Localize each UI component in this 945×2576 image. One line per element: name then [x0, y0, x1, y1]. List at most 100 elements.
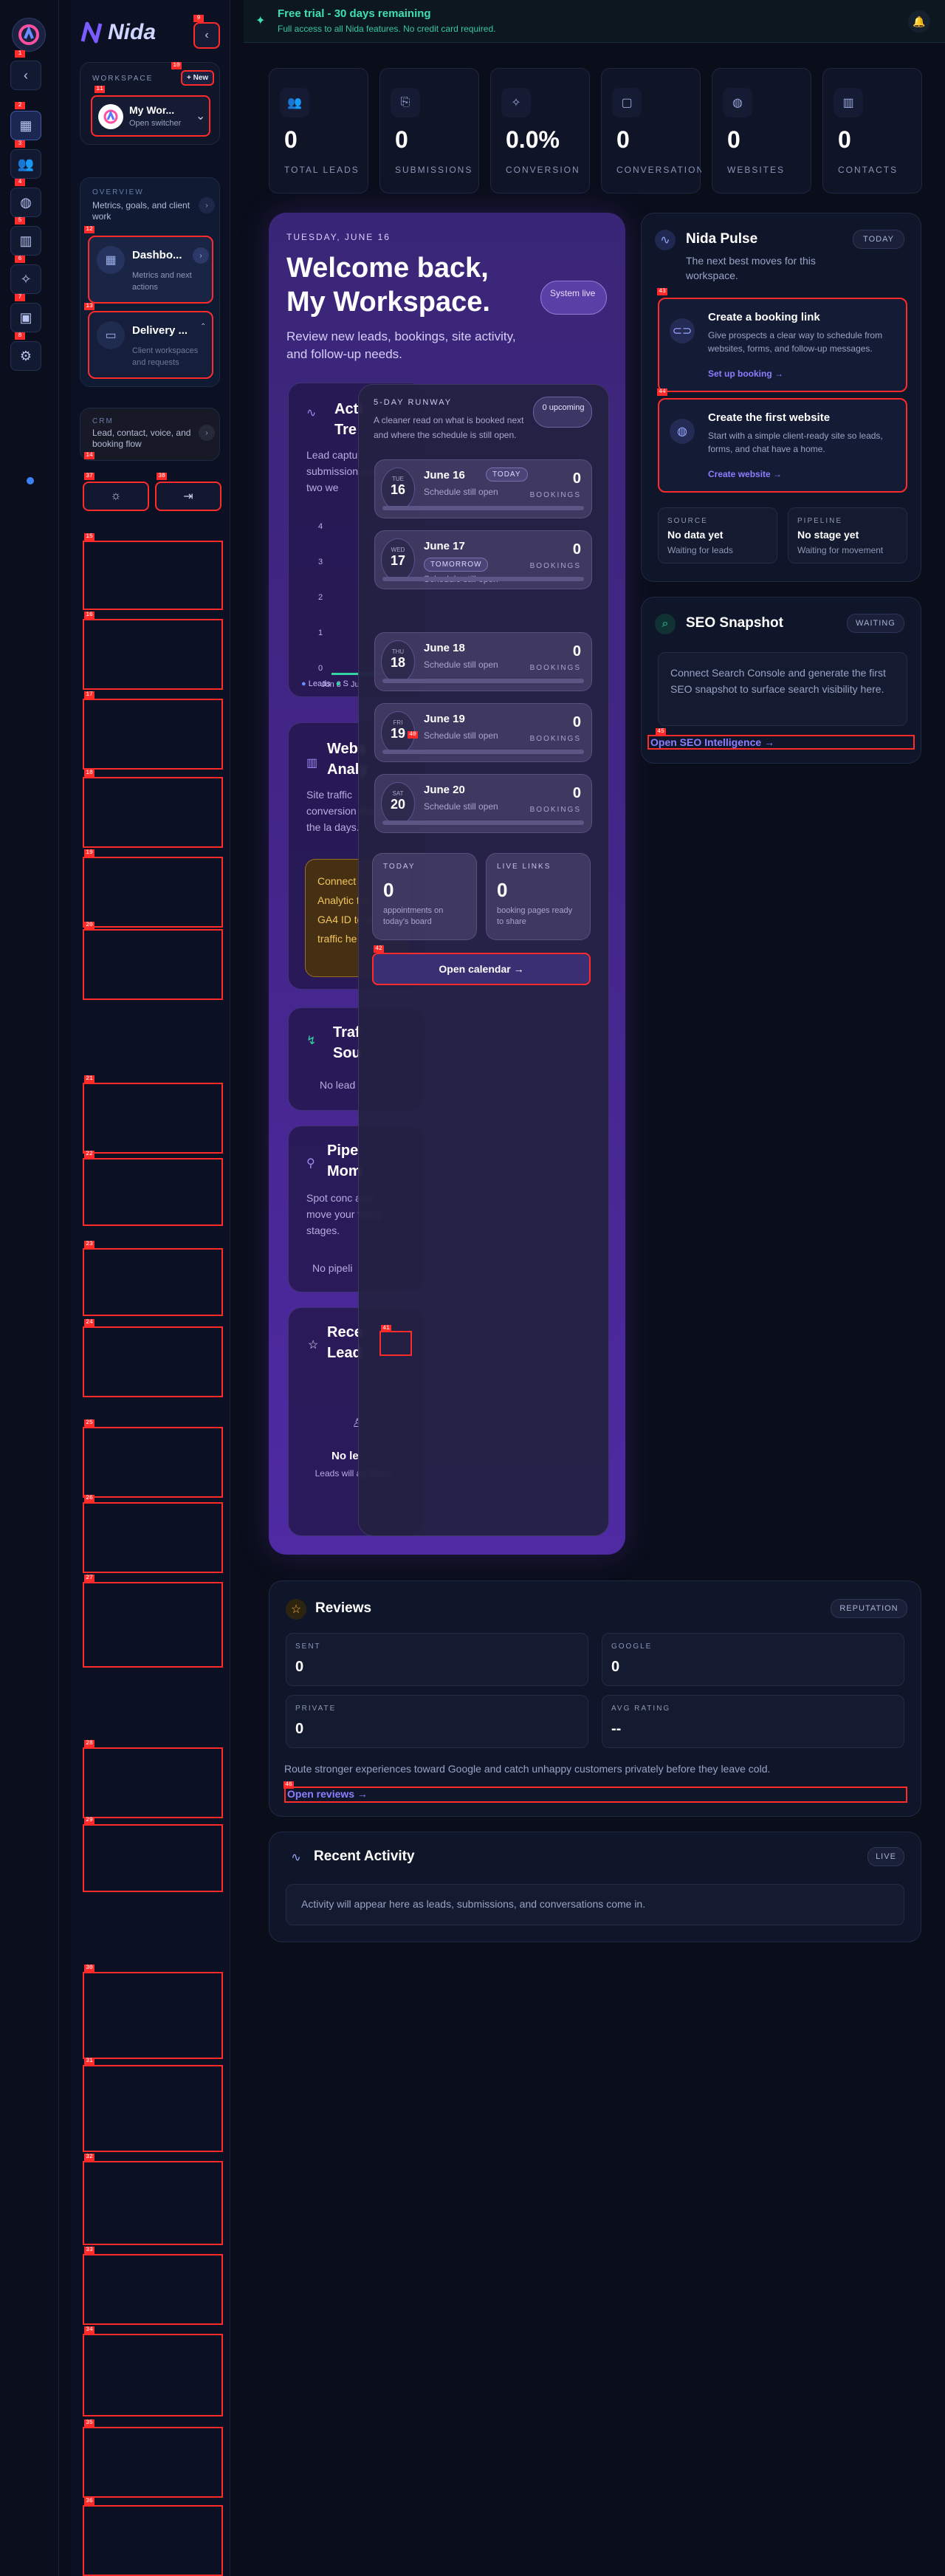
runway-day[interactable]: SAT 20 June 20 Schedule still open 0 BOOKINGS: [374, 774, 592, 833]
globe-icon[interactable]: ◍: [10, 188, 41, 217]
logout-button[interactable]: ⇥: [155, 482, 221, 511]
theme-toggle-button[interactable]: ☼: [83, 482, 149, 511]
annotation-tag: 13: [84, 303, 94, 310]
chevron-down-icon: ⌄: [196, 110, 206, 123]
set-up-booking-link[interactable]: Set up booking →: [708, 369, 783, 379]
collapse-chevron-icon[interactable]: ‹: [10, 61, 41, 90]
nav-item-dashboard[interactable]: ▦ Dashbo... Metrics and next actions ›: [88, 236, 213, 304]
annotation-tag: 41: [381, 1325, 391, 1332]
stat-value: 0: [284, 126, 298, 153]
annotation-tag: 11: [94, 86, 105, 93]
annotation-tag: 22: [84, 1151, 94, 1158]
open-seo-intelligence-link[interactable]: Open SEO Intelligence →: [647, 735, 915, 750]
avg-value: --: [611, 1721, 622, 1737]
nav-slot[interactable]: [83, 1427, 223, 1498]
globe-icon: ◍: [670, 419, 695, 444]
nav-slot[interactable]: [83, 1747, 223, 1818]
sparkle-icon[interactable]: ✧: [10, 264, 41, 294]
nav-slot[interactable]: [83, 929, 223, 1000]
today-summary: TODAY 0 appointments on today's board: [372, 853, 477, 940]
link-icon: ⊂⊃: [670, 318, 695, 343]
pulse-item-website[interactable]: ◍ Create the first website Start with a …: [658, 398, 907, 493]
pipeline-title-a: Pipe: [327, 1143, 359, 1159]
stat-card: ◍ 0 WEBSITES: [712, 68, 811, 193]
day-number: 18: [390, 655, 406, 670]
annotation-tag: 7: [15, 294, 25, 301]
day-capacity-bar: [382, 750, 584, 754]
nav-slot[interactable]: [83, 1326, 223, 1397]
create-website-link[interactable]: Create website →: [708, 469, 782, 479]
nav-slot[interactable]: [83, 2254, 223, 2325]
calendar-icon[interactable]: ▣: [10, 303, 41, 332]
runway-day[interactable]: THU 18 June 18 Schedule still open 0 BOOKINGS: [374, 632, 592, 691]
nav-slot[interactable]: [83, 2065, 223, 2152]
pulse-item-title: Create a booking link: [708, 311, 820, 323]
nav-slot[interactable]: [83, 541, 223, 610]
dashboard-grid-icon[interactable]: ▦: [10, 111, 41, 140]
nav-slot[interactable]: [83, 1158, 223, 1226]
nav-slot[interactable]: [83, 1502, 223, 1573]
hidden-control[interactable]: [379, 1331, 412, 1356]
open-calendar-button[interactable]: Open calendar →: [372, 953, 591, 985]
annotation-tag: 24: [84, 1319, 94, 1326]
app-logo-icon[interactable]: [12, 18, 46, 52]
icon-rail: ‹ ▦ 👥 ◍ ▥ ✧ ▣ ⚙: [0, 0, 59, 2576]
bell-icon[interactable]: 🔔: [908, 10, 930, 32]
hero-title-line2: My Workspace.: [286, 287, 490, 318]
workspace-switcher[interactable]: My Wor... Open switcher ⌄: [91, 95, 210, 137]
system-status-badge: System live: [540, 281, 607, 315]
pulse-item-desc: Give prospects a clear way to schedule f…: [708, 330, 883, 354]
nida-pulse-card: ∿ Nida Pulse TODAY The next best moves f…: [641, 213, 921, 582]
chevron-icon[interactable]: ›: [199, 197, 215, 213]
nav-slot[interactable]: [83, 2505, 223, 2576]
day-count: 0: [572, 643, 581, 660]
star-icon: ☆: [308, 1339, 319, 1352]
users-icon[interactable]: 👥: [10, 149, 41, 179]
seo-desc: Connect Search Console and generate the …: [670, 667, 886, 695]
nav-slot[interactable]: [83, 1582, 223, 1668]
nav-slot[interactable]: [83, 2427, 223, 2498]
nav-slot[interactable]: [83, 699, 223, 770]
annotation-tag: 33: [84, 2247, 94, 2254]
traffic-title-b: Sou: [333, 1045, 361, 1061]
traffic-title-a: Traf: [333, 1024, 360, 1041]
nav-slot[interactable]: [83, 2334, 223, 2416]
new-workspace-button[interactable]: + New: [181, 70, 215, 86]
day-title: June 16: [424, 469, 465, 482]
star-icon: ☆: [286, 1599, 306, 1620]
nav-slot[interactable]: [83, 1824, 223, 1892]
day-subtitle: Schedule still open: [424, 660, 498, 670]
pulse-item-booking[interactable]: ⊂⊃ Create a booking link Give prospects …: [658, 298, 907, 392]
open-reviews-link[interactable]: Open reviews →: [284, 1787, 907, 1803]
activity-title-b: Tre: [334, 422, 357, 438]
nav-item-delivery[interactable]: ▭ Delivery ... Client workspaces and req…: [88, 311, 213, 379]
nav-slot[interactable]: [83, 2161, 223, 2245]
nav-slot[interactable]: [83, 857, 223, 928]
sidebar-collapse-button[interactable]: ‹: [193, 22, 220, 49]
day-count: 0: [572, 785, 581, 801]
reviews-private: PRIVATE 0: [286, 1695, 588, 1748]
annotation-tag: 40: [408, 731, 418, 739]
nav-slot[interactable]: [83, 1083, 223, 1154]
recent-leads-empty: No le: [331, 1450, 359, 1462]
source-label: SOURCE: [667, 517, 708, 525]
bar-chart-icon[interactable]: ▥: [10, 226, 41, 256]
nav-slot[interactable]: [83, 1972, 223, 2059]
nav-slot[interactable]: [83, 619, 223, 690]
annotation-tag: 27: [84, 1575, 94, 1582]
overview-desc: Metrics, goals, and client work: [92, 200, 190, 222]
runway-day[interactable]: WED17June 17TOMORROWSchedule still open0…: [374, 530, 592, 589]
chevron-icon[interactable]: ›: [199, 425, 215, 441]
nav-slot[interactable]: [83, 1248, 223, 1316]
pulse-item-desc: Start with a simple client-ready site so…: [708, 431, 883, 454]
annotation-tag: 42: [374, 945, 384, 953]
runway-day[interactable]: TUE 16 June 16 TODAY Schedule still open 0 BOO…: [374, 459, 592, 518]
hero-date: TUESDAY, JUNE 16: [286, 232, 391, 242]
today-label: TODAY: [383, 863, 416, 871]
settings-gear-icon[interactable]: ⚙: [10, 341, 41, 371]
annotation-tag: 9: [193, 15, 204, 22]
nav-slot[interactable]: [83, 777, 223, 848]
day-subtitle: Schedule still open: [424, 487, 498, 497]
day-unit: BOOKINGS: [529, 562, 581, 570]
day-subtitle: Schedule still open: [424, 801, 498, 812]
